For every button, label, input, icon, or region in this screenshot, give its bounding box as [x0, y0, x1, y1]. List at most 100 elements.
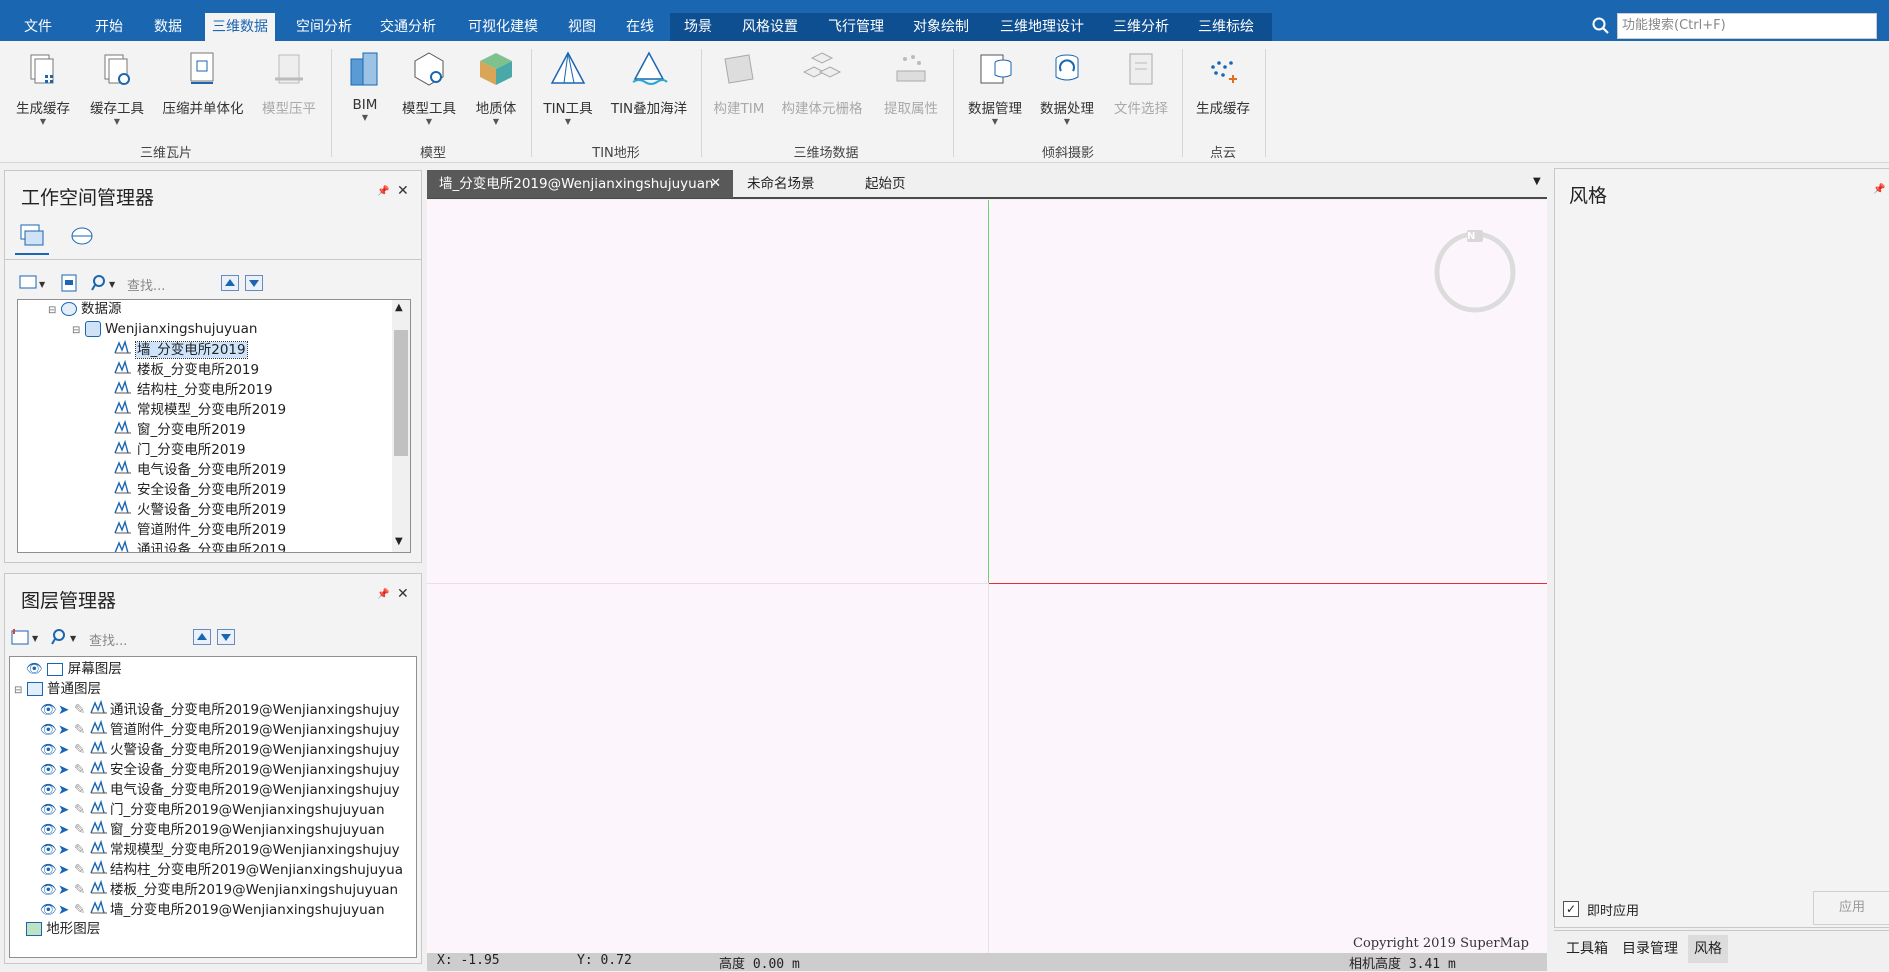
move-down-icon[interactable] [217, 629, 235, 645]
eye-icon[interactable]: 👁 [40, 721, 58, 739]
eye-icon[interactable]: 👁 [40, 701, 58, 719]
selectable-icon[interactable]: ➤ [58, 701, 74, 719]
add-layer-icon[interactable]: ▼ [11, 628, 41, 646]
menu-3d-analysis[interactable]: 三维分析 [1105, 13, 1177, 41]
menu-spatial-analysis[interactable]: 空间分析 [288, 13, 360, 41]
tin-tools-button[interactable]: TIN工具 ▼ [540, 49, 596, 127]
tree-item-dataset[interactable]: 墙_分变电所2019 [114, 339, 248, 359]
build-tim-button[interactable]: 构建TIM [708, 49, 770, 117]
model-flatten-button[interactable]: 模型压平 [256, 49, 322, 117]
tree-item-dataset[interactable]: 窗_分变电所2019 [114, 419, 247, 438]
file-select-button[interactable]: 文件选择 [1108, 49, 1174, 117]
tree-item-dataset[interactable]: 火警设备_分变电所2019 [114, 499, 287, 518]
menu-scene[interactable]: 场景 [678, 13, 718, 41]
eye-icon[interactable]: 👁 [40, 881, 58, 899]
editable-icon[interactable]: ✎ [74, 901, 90, 919]
menu-style-settings[interactable]: 风格设置 [734, 13, 806, 41]
tree-item-dataset[interactable]: 楼板_分变电所2019 [114, 359, 260, 378]
selectable-icon[interactable]: ➤ [58, 781, 74, 799]
menu-object-drawing[interactable]: 对象绘制 [905, 13, 977, 41]
menu-3d-geo-design[interactable]: 三维地理设计 [993, 13, 1091, 41]
menu-traffic-analysis[interactable]: 交通分析 [372, 13, 444, 41]
tab-toolbox[interactable]: 工具箱 [1560, 935, 1614, 963]
geological-body-button[interactable]: 地质体 ▼ [468, 49, 524, 127]
find-icon[interactable]: ▼ [51, 628, 81, 646]
pin-icon[interactable]: 📌 [377, 589, 389, 600]
editable-icon[interactable]: ✎ [74, 741, 90, 759]
scroll-down-icon[interactable]: ▼ [395, 536, 403, 547]
menu-file[interactable]: 文件 [12, 13, 64, 41]
scene-tab-icon[interactable] [69, 223, 95, 247]
menu-start[interactable]: 开始 [84, 13, 134, 41]
eye-icon[interactable]: 👁 [40, 901, 58, 919]
layer-item[interactable]: 👁➤ ✎ 门_分变电所2019@Wenjianxingshujuyuan [40, 799, 385, 819]
instant-apply-checkbox[interactable]: ✓ [1563, 901, 1579, 917]
eye-icon[interactable]: 👁 [40, 801, 58, 819]
selectable-icon[interactable]: ➤ [58, 841, 74, 859]
collapse-icon[interactable]: ⊟ [48, 305, 56, 316]
tin-overlay-ocean-button[interactable]: TIN叠加海洋 [606, 49, 692, 117]
collapse-icon[interactable]: ⊟ [14, 685, 22, 696]
layer-item[interactable]: 👁➤ ✎ 电气设备_分变电所2019@Wenjianxingshujuy [40, 779, 400, 799]
editable-icon[interactable]: ✎ [74, 801, 90, 819]
tree-item-dataset[interactable]: 通讯设备_分变电所2019 [114, 539, 287, 552]
selectable-icon[interactable]: ➤ [58, 901, 74, 919]
tree-item-dataset[interactable]: 常规模型_分变电所2019 [114, 399, 287, 418]
close-icon[interactable]: ✕ [710, 170, 721, 198]
compress-singularize-button[interactable]: 压缩并单体化 [158, 49, 248, 117]
editable-icon[interactable]: ✎ [74, 841, 90, 859]
tree-item-datasources[interactable]: ⊟ 数据源 [48, 300, 121, 318]
layer-item[interactable]: 👁➤ ✎ 通讯设备_分变电所2019@Wenjianxingshujuy [40, 699, 400, 719]
move-up-icon[interactable] [221, 275, 239, 291]
editable-icon[interactable]: ✎ [74, 781, 90, 799]
layer-group-terrain[interactable]: 地形图层 [26, 920, 100, 938]
tree-item-dataset[interactable]: 电气设备_分变电所2019 [114, 459, 287, 478]
selectable-icon[interactable]: ➤ [58, 861, 74, 879]
selectable-icon[interactable]: ➤ [58, 801, 74, 819]
editable-icon[interactable]: ✎ [74, 721, 90, 739]
tree-item-dataset[interactable]: 门_分变电所2019 [114, 439, 247, 458]
move-down-icon[interactable] [245, 275, 263, 291]
selectable-icon[interactable]: ➤ [58, 881, 74, 899]
bim-button[interactable]: BIM ▼ [342, 49, 388, 123]
apply-button[interactable]: 应用 [1813, 891, 1889, 925]
build-voxel-grid-button[interactable]: 构建体元栅格 [776, 49, 868, 117]
layer-item[interactable]: 👁➤ ✎ 结构柱_分变电所2019@Wenjianxingshujuyua [40, 859, 403, 879]
menu-view[interactable]: 视图 [562, 13, 602, 41]
point-cloud-generate-cache-button[interactable]: 生成缓存 [1190, 49, 1256, 117]
eye-icon[interactable]: 👁 [40, 841, 58, 859]
data-processing-button[interactable]: 数据处理 ▼ [1034, 49, 1100, 127]
collapse-icon[interactable]: ⊟ [72, 325, 80, 336]
layer-item[interactable]: 👁➤ ✎ 管道附件_分变电所2019@Wenjianxingshujuy [40, 719, 400, 739]
eye-icon[interactable]: 👁 [40, 741, 58, 759]
eye-icon[interactable]: 👁 [40, 861, 58, 879]
tab-list-dropdown-icon[interactable]: ▼ [1533, 176, 1541, 187]
scroll-up-icon[interactable]: ▲ [395, 302, 403, 313]
tab-catalog-management[interactable]: 目录管理 [1616, 935, 1684, 963]
layer-item[interactable]: 👁➤ ✎ 火警设备_分变电所2019@Wenjianxingshujuy [40, 739, 400, 759]
editable-icon[interactable]: ✎ [74, 861, 90, 879]
function-search-input[interactable]: 功能搜索(Ctrl+F) [1617, 13, 1877, 39]
menu-visual-modeling[interactable]: 可视化建模 [460, 13, 546, 41]
eye-icon[interactable]: 👁 [40, 781, 58, 799]
eye-icon[interactable]: 👁 [40, 761, 58, 779]
tree-item-dataset[interactable]: 结构柱_分变电所2019 [114, 379, 274, 398]
layer-item[interactable]: 👁➤ ✎ 窗_分变电所2019@Wenjianxingshujuyuan [40, 819, 385, 839]
selectable-icon[interactable]: ➤ [58, 721, 74, 739]
layer-group-normal[interactable]: ⊟ 普通图层 [14, 680, 101, 698]
tab-start-page[interactable]: 起始页 [853, 170, 918, 198]
close-icon[interactable]: ✕ [397, 183, 409, 199]
tree-scrollbar[interactable]: ▲ ▼ [392, 300, 410, 552]
view-mode-icon[interactable]: ▼ [19, 274, 47, 292]
eye-icon[interactable]: 👁 [26, 661, 43, 677]
tab-wall-scene[interactable]: 墙_分变电所2019@Wenjianxingshujuyuan ✕ [427, 170, 733, 198]
data-management-button[interactable]: 数据管理 ▼ [962, 49, 1028, 127]
layer-item[interactable]: 👁➤ ✎ 安全设备_分变电所2019@Wenjianxingshujuy [40, 759, 400, 779]
model-tools-button[interactable]: 模型工具 ▼ [396, 49, 462, 127]
open-file-icon[interactable] [59, 274, 79, 292]
tree-item-dataset[interactable]: 安全设备_分变电所2019 [114, 479, 287, 498]
eye-icon[interactable]: 👁 [40, 821, 58, 839]
cache-tools-button[interactable]: 缓存工具 ▼ [84, 49, 150, 127]
menu-3d-data[interactable]: 三维数据 [205, 13, 275, 41]
layer-group-screen[interactable]: 👁 屏幕图层 [26, 660, 122, 678]
